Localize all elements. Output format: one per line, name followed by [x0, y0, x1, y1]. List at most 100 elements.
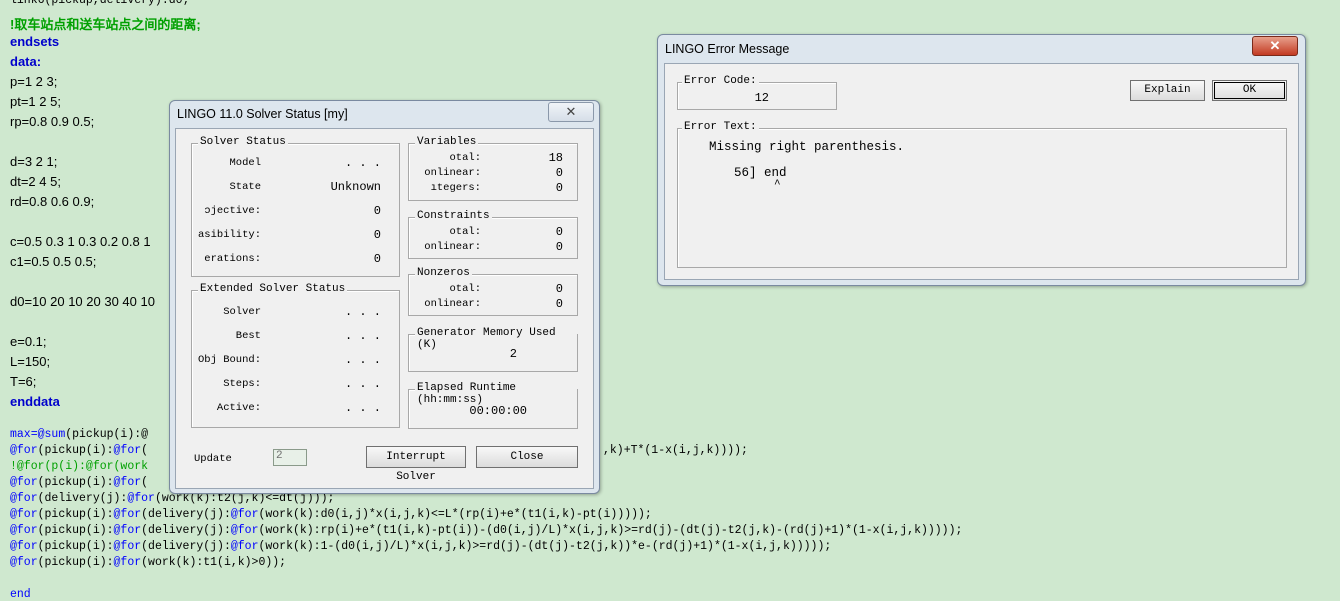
code-line: end — [10, 588, 31, 601]
status-value: 0 — [555, 240, 563, 254]
code-line: c=0.5 0.3 1 0.3 0.2 0.8 1 — [10, 234, 151, 249]
code-token: @for — [113, 476, 142, 489]
group-title: Elapsed Runtime (hh:mm:ss) — [415, 382, 577, 406]
code-line-fragment: ,k)+T*(1-x(i,j,k)))); — [603, 444, 748, 457]
code-token: (work(k):d0(i,j)*x(i,j,k)<=L*(rp(i)+e*(t… — [258, 508, 652, 521]
status-value: 0 — [555, 225, 563, 239]
status-value: Unknown — [330, 180, 381, 194]
interrupt-solver-button[interactable]: Interrupt Solver — [366, 446, 466, 483]
code-line: @for(pickup(i):@for( — [10, 476, 148, 489]
code-token: (work(k):t1(i,k)>0)); — [141, 556, 287, 569]
status-value: . . . — [344, 353, 381, 367]
status-value: . . . — [344, 305, 381, 319]
status-value: 0 — [555, 166, 563, 180]
code-token: (pickup(i): — [37, 540, 114, 553]
constraints-group: Constraints otal: 0 onlinear: 0 — [408, 210, 578, 259]
status-value: . . . — [344, 401, 381, 415]
error-text-group: Error Text: Missing right parenthesis. 5… — [677, 121, 1287, 268]
status-value: . . . — [344, 377, 381, 391]
status-label: Model — [229, 157, 261, 169]
status-value: 0 — [373, 204, 381, 218]
code-token: @for — [10, 508, 38, 521]
code-token: (delivery(j): — [141, 540, 231, 553]
solver-status-dialog: LINGO 11.0 Solver Status [my] ✕ Solver S… — [169, 100, 600, 494]
code-token: @for — [113, 524, 142, 537]
code-token: @for — [113, 556, 142, 569]
code-line: L=150; — [10, 354, 51, 369]
dialog-body: Solver Status Model . . . State Unknown ɔjec… — [175, 128, 594, 489]
status-value: 0 — [555, 181, 563, 195]
code-token: @for — [10, 444, 38, 457]
memory-value: 2 — [509, 347, 517, 361]
code-line: @for(pickup(i):@for(delivery(j):@for(wor… — [10, 508, 652, 521]
error-message-text: Missing right parenthesis. — [709, 140, 905, 154]
error-code-group: Error Code: 12 — [677, 75, 837, 110]
code-token: @for — [10, 476, 38, 489]
code-token: (delivery(j): — [141, 524, 231, 537]
code-token: (pickup(i): — [37, 524, 114, 537]
code-token: (pickup(i): — [37, 444, 114, 457]
status-label: onlinear: — [424, 298, 481, 310]
status-label: Active: — [216, 402, 261, 414]
status-label: onlinear: — [424, 241, 481, 253]
code-token: (pickup(i):@ — [65, 428, 149, 441]
code-line: endsets — [10, 34, 60, 49]
code-line: d=3 2 1; — [10, 154, 58, 169]
code-line: enddata — [10, 394, 60, 409]
code-line: dt=2 4 5; — [10, 174, 61, 189]
group-title: Nonzeros — [415, 267, 472, 279]
status-value: 0 — [373, 252, 381, 266]
code-token: @for — [113, 508, 142, 521]
code-line: d0=10 20 10 20 30 40 10 — [10, 294, 155, 309]
code-token: max= — [10, 428, 38, 441]
status-label: otal: — [449, 226, 481, 238]
status-value: 0 — [555, 297, 563, 311]
close-icon[interactable]: ✕ — [1252, 36, 1298, 56]
status-label: Obj Bound: — [197, 354, 261, 366]
code-token: end — [10, 588, 31, 601]
status-label: onlinear: — [424, 167, 481, 179]
code-line: !取车站点和送车站点之间的距离; — [10, 17, 201, 32]
group-title: Extended Solver Status — [198, 283, 348, 295]
code-token: (work(k):rp(i)+e*(t1(i,k)-pt(i))-(d0(i,j… — [258, 524, 963, 537]
status-label: otal: — [449, 152, 481, 164]
status-label: asibility: — [197, 229, 261, 241]
code-line: rp=0.8 0.9 0.5; — [10, 114, 95, 129]
code-token: (pickup(i): — [37, 556, 114, 569]
error-caret: ^ — [774, 179, 781, 191]
error-line-reference: 56] end — [734, 166, 787, 180]
code-token: @sum — [37, 428, 66, 441]
code-token: @for — [113, 540, 142, 553]
code-line: @for(pickup(i):@for(delivery(j):@for(wor… — [10, 540, 831, 553]
status-value: . . . — [344, 156, 381, 170]
update-interval-field[interactable]: 2 — [273, 449, 307, 466]
code-token: ( — [141, 476, 149, 489]
status-label: Solver — [223, 306, 261, 318]
code-token: @for — [230, 524, 259, 537]
runtime-value: 00:00:00 — [469, 404, 527, 418]
code-token: (delivery(j): — [37, 492, 128, 505]
code-token: @for — [10, 556, 38, 569]
code-token: @for — [230, 508, 259, 521]
code-line: max=@sum(pickup(i):@ — [10, 428, 148, 441]
group-title: Error Code: — [682, 75, 759, 87]
nonzeros-group: Nonzeros otal: 0 onlinear: 0 — [408, 267, 578, 316]
status-value: 0 — [373, 228, 381, 242]
code-token: (delivery(j): — [141, 508, 231, 521]
code-line: pt=1 2 5; — [10, 94, 61, 109]
runtime-group: Elapsed Runtime (hh:mm:ss) 00:00:00 — [408, 382, 578, 429]
close-button[interactable]: Close — [476, 446, 578, 468]
ok-button[interactable]: OK — [1212, 80, 1287, 101]
explain-button[interactable]: Explain — [1130, 80, 1205, 101]
code-token: (work(k):1-(d0(i,j)/L)*x(i,j,k)>=rd(j)-(… — [258, 540, 832, 553]
code-line: T=6; — [10, 374, 37, 389]
status-label: Best — [235, 330, 261, 342]
status-label: otal: — [449, 283, 481, 295]
code-token: (pickup(i): — [37, 508, 114, 521]
extended-status-group: Extended Solver Status Solver . . . Best . … — [191, 283, 400, 428]
close-icon[interactable]: ✕ — [548, 102, 594, 122]
code-line: @for(pickup(i):@for( — [10, 444, 148, 457]
dialog-body: Error Code: 12 Explain OK Error Text: Mi… — [664, 63, 1299, 280]
code-token: ( — [141, 444, 149, 457]
group-title: Constraints — [415, 210, 492, 222]
